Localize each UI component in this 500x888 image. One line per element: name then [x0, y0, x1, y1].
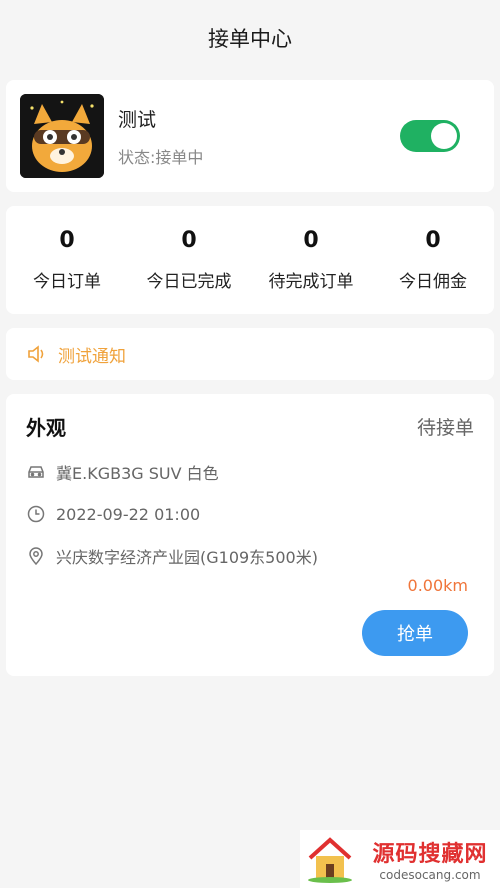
nav-bar: 接单中心 — [0, 0, 500, 76]
stat-value: 0 — [425, 228, 441, 253]
car-icon — [28, 466, 44, 478]
order-status: 待接单 — [416, 417, 474, 439]
order-time: 2022-09-22 01:00 — [56, 504, 201, 524]
stat-today-completed: 0 今日已完成 — [128, 228, 250, 292]
stat-value: 0 — [181, 228, 197, 253]
watermark: 源码搜藏网 codesocang.com — [300, 830, 500, 888]
page-title: 接单中心 — [208, 27, 292, 51]
clock-icon — [27, 505, 45, 523]
grab-order-button[interactable]: 抢单 — [362, 610, 468, 656]
stat-today-orders: 0 今日订单 — [6, 228, 128, 292]
avatar — [20, 94, 104, 178]
stat-label: 待完成订单 — [268, 272, 354, 292]
order-vehicle-row: 冀E.KGB3G SUV 白色 — [26, 461, 474, 483]
order-vehicle: 冀E.KGB3G SUV 白色 — [56, 464, 219, 483]
notice-bar[interactable]: 测试通知 — [6, 328, 494, 380]
speaker-icon — [28, 345, 44, 363]
stat-label: 今日已完成 — [146, 272, 232, 292]
location-pin-icon — [29, 547, 43, 566]
toggle-knob — [431, 123, 457, 149]
order-card[interactable]: 外观 待接单 冀E.KGB3G SUV 白色 2022-09-22 01:00 … — [6, 394, 494, 676]
profile-card: 测试 状态:接单中 — [6, 80, 494, 192]
order-toggle-switch[interactable] — [400, 120, 460, 152]
stat-value: 0 — [59, 228, 75, 253]
profile-name: 测试 — [118, 108, 157, 131]
profile-status: 状态:接单中 — [118, 147, 204, 167]
profile-info: 测试 状态:接单中 — [118, 105, 400, 168]
order-address-row: 兴庆数字经济产业园(G109东500米) — [26, 545, 474, 567]
stat-label: 今日佣金 — [399, 272, 467, 292]
order-title: 外观 — [26, 416, 66, 440]
order-time-row: 2022-09-22 01:00 — [26, 503, 474, 525]
order-header: 外观 待接单 — [26, 412, 474, 441]
watermark-url: codesocang.com — [379, 868, 481, 882]
stat-pending-orders: 0 待完成订单 — [250, 228, 372, 292]
order-distance: 0.00km — [407, 576, 468, 595]
stat-label: 今日订单 — [33, 272, 101, 292]
stat-value: 0 — [303, 228, 319, 253]
watermark-text: 源码搜藏网 codesocang.com — [360, 836, 500, 882]
stats-card: 0 今日订单 0 今日已完成 0 待完成订单 0 今日佣金 — [6, 206, 494, 314]
watermark-logo — [300, 830, 360, 888]
order-address: 兴庆数字经济产业园(G109东500米) — [56, 548, 318, 567]
notice-text: 测试通知 — [58, 346, 126, 367]
stat-today-commission: 0 今日佣金 — [372, 228, 494, 292]
watermark-title: 源码搜藏网 — [372, 842, 488, 867]
